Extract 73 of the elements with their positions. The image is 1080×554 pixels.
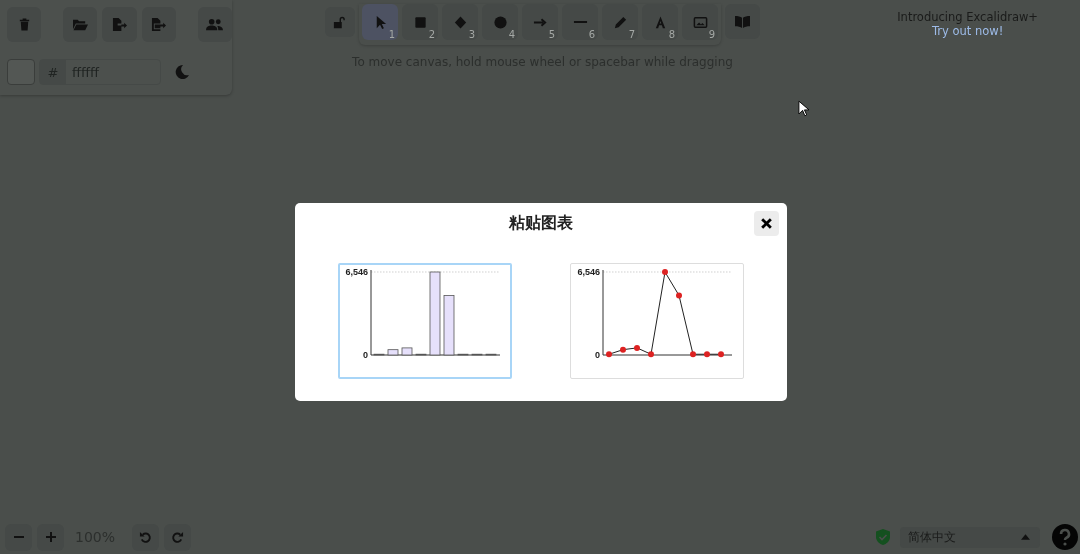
mouse-pointer-icon — [798, 100, 809, 117]
caret-icon — [1021, 534, 1030, 540]
y-tick-label: 6,546 — [345, 266, 368, 277]
chart-point — [718, 350, 724, 357]
padlock-icon — [333, 15, 347, 29]
image-file-arrow-icon — [150, 17, 168, 32]
undo-icon — [139, 530, 153, 544]
shortcut-number: 4 — [508, 29, 515, 40]
moon-icon[interactable] — [174, 64, 190, 80]
pencil-icon — [612, 14, 628, 30]
trash-button[interactable] — [7, 7, 42, 42]
y-tick-label: 0 — [595, 349, 600, 360]
help-icon[interactable] — [1052, 524, 1078, 550]
book-icon — [734, 14, 751, 29]
people-icon — [205, 17, 225, 32]
hash-label: # — [40, 60, 66, 84]
color-swatch[interactable] — [7, 59, 35, 85]
chart-bar — [387, 348, 399, 355]
chart-point — [648, 350, 654, 357]
chart-point — [676, 291, 682, 298]
shortcut-number: 9 — [708, 29, 715, 40]
chart-point — [690, 350, 696, 357]
chart-point — [662, 268, 668, 275]
export-file-button[interactable] — [102, 7, 137, 42]
zoom-in-button[interactable] — [37, 523, 64, 551]
y-tick-label: 0 — [363, 349, 368, 360]
shortcut-number: 6 — [588, 29, 595, 40]
text-tool-button[interactable]: 8 — [642, 4, 678, 40]
y-tick-label: 6,546 — [577, 266, 600, 277]
folder-icon — [71, 17, 89, 32]
undo-button[interactable] — [132, 523, 160, 551]
shortcut-number: 7 — [628, 29, 635, 40]
square-icon — [412, 14, 428, 30]
image-tool-button[interactable]: 9 — [682, 4, 718, 40]
pencil-tool-button[interactable]: 7 — [602, 4, 638, 40]
shortcut-number: 5 — [548, 29, 555, 40]
try-link[interactable]: Try out now! — [931, 24, 1004, 38]
shield-check-icon — [876, 529, 890, 545]
chart-bar — [401, 347, 413, 355]
line-tool-button[interactable]: 6 — [562, 4, 598, 40]
shortcut-number: 2 — [428, 29, 435, 40]
library-button[interactable] — [725, 4, 760, 39]
diamond-tool-button[interactable]: 3 — [442, 4, 478, 40]
diamond-icon — [452, 14, 468, 30]
plus-icon — [44, 531, 57, 543]
zoom-out-button[interactable] — [5, 523, 32, 551]
chart-bar — [443, 294, 455, 355]
dialog-title: 粘贴图表 — [509, 213, 573, 234]
redo-button[interactable] — [164, 523, 192, 551]
unlock-button[interactable] — [325, 7, 355, 37]
chart-option-card[interactable]: 0 6,546 — [570, 262, 744, 379]
image-icon — [692, 14, 708, 30]
chart-option-card[interactable]: 0 6,546 — [338, 262, 512, 379]
line-icon — [572, 21, 588, 23]
chart-point — [606, 350, 612, 357]
shortcut-number: 1 — [388, 29, 395, 40]
open-folder-button[interactable] — [63, 7, 98, 42]
circle-icon — [492, 14, 508, 30]
close-button[interactable] — [754, 210, 779, 236]
chart-point — [620, 346, 626, 353]
shortcut-number: 3 — [468, 29, 475, 40]
close-icon — [760, 216, 773, 230]
selection-tool-button[interactable]: 1 — [362, 4, 398, 40]
people-button[interactable] — [197, 7, 232, 42]
export-image-button[interactable] — [141, 7, 176, 42]
arrow-tool-button[interactable]: 5 — [522, 4, 558, 40]
file-arrow-icon — [111, 17, 128, 32]
ellipse-tool-button[interactable]: 4 — [482, 4, 518, 40]
shortcut-number: 8 — [668, 29, 675, 40]
rectangle-tool-button[interactable]: 2 — [402, 4, 438, 40]
chart-point — [634, 344, 640, 351]
chart-point — [704, 350, 710, 357]
redo-icon — [171, 530, 185, 544]
